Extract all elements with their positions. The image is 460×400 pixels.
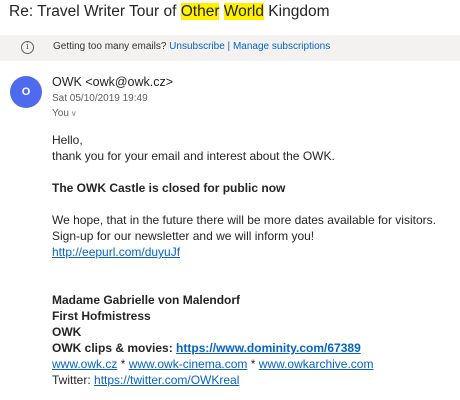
website-link[interactable]: www.owk.cz [52,357,117,371]
newsletter-link[interactable]: http://eepurl.com/duyuJf [52,245,180,259]
signup-line: Sign-up for our newsletter and we will i… [52,229,315,243]
unsubscribe-link[interactable]: Unsubscribe [169,41,225,52]
signature-name: Madame Gabrielle von Malendorf [52,293,241,307]
archive-link[interactable]: www.owkarchive.com [259,357,374,371]
twitter-link[interactable]: https://twitter.com/OWKreal [94,373,239,387]
email-subject: Re: Travel Writer Tour of Other World Ki… [9,3,329,21]
highlighted-word: Other [180,3,220,20]
clips-link[interactable]: https://www.dominity.com/67389 [176,341,361,355]
clips-label: OWK clips & movies: [52,341,173,355]
banner-text: Getting too many emails? Unsubscribe | M… [53,41,330,52]
message-body: Hello, thank you for your email and inte… [52,132,457,388]
cinema-link[interactable]: www.owk-cinema.com [129,357,248,371]
manage-subscriptions-link[interactable]: Manage subscriptions [233,41,330,52]
subject-text: Kingdom [264,3,330,20]
sender-name[interactable]: OWK <owk@owk.cz> [52,75,173,89]
message-date: Sat 05/10/2019 19:49 [52,93,148,104]
chevron-down-icon[interactable]: ∨ [71,109,77,118]
subject-text: Re: Travel Writer Tour of [9,3,181,20]
recipient-name: You [52,108,69,119]
avatar[interactable]: O [10,76,42,108]
banner-separator: | [227,41,231,52]
signature-title: First Hofmistress [52,309,151,323]
closed-notice: The OWK Castle is closed for public now [52,181,286,195]
highlighted-word: World [223,3,264,20]
unsubscribe-banner: i Getting too many emails? Unsubscribe |… [0,35,460,61]
signature-org: OWK [52,325,82,339]
twitter-label: Twitter: [52,373,91,387]
banner-message: Getting too many emails? [53,41,167,52]
link-separator: * [120,357,126,371]
hope-line: We hope, that in the future there will b… [52,213,436,227]
thanks-line: thank you for your email and interest ab… [52,149,335,163]
recipient-row[interactable]: You ∨ [52,108,77,119]
greeting-line: Hello, [52,133,83,147]
link-separator: * [250,357,256,371]
info-circle-icon: i [21,41,34,54]
